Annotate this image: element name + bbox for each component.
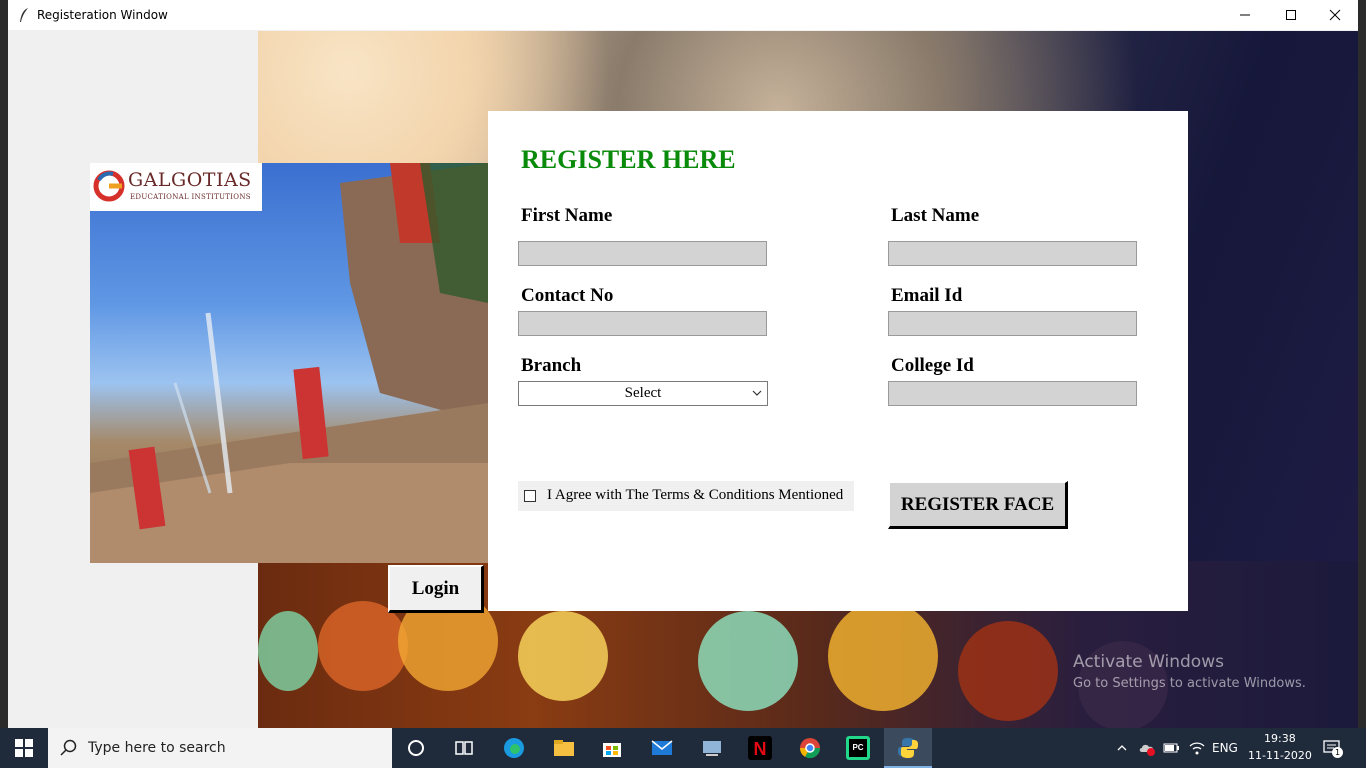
logo-swirl-icon [93,170,125,202]
register-form-panel: REGISTER HERE First Name Last Name Conta… [488,111,1188,611]
contact-input[interactable] [518,311,767,336]
first-name-label: First Name [521,205,613,226]
activate-windows-watermark: Activate Windows Go to Settings to activ… [1073,652,1306,691]
file-explorer-icon[interactable] [552,736,576,760]
vmware-icon[interactable] [700,736,724,760]
notification-button[interactable]: 1 [1322,738,1343,758]
start-button[interactable] [0,728,48,768]
logo-subtitle: EDUCATIONAL INSTITUTIONS [130,193,251,201]
taskbar: Type here to search N PC ENG 19:38 11-11… [0,728,1366,768]
login-button[interactable]: Login [388,565,484,613]
chevron-down-icon [752,390,762,396]
notification-count-badge: 1 [1332,747,1343,758]
minimize-button[interactable] [1222,0,1268,30]
galgotias-logo: GALGOTIAS EDUCATIONAL INSTITUTIONS [90,163,262,211]
desktop-edge-right [1358,0,1366,728]
mail-icon[interactable] [650,736,674,760]
cortana-icon[interactable] [404,736,428,760]
windows-logo-icon [15,739,33,757]
registration-window: Registeration Window GALGOTIAS EDUCATION… [8,0,1358,728]
form-title: REGISTER HERE [521,145,736,174]
terms-checkbox[interactable] [524,490,536,502]
desktop-edge-left [0,0,8,728]
language-indicator[interactable]: ENG [1212,741,1238,755]
maximize-icon [1286,10,1296,20]
taskbar-search-box[interactable]: Type here to search [48,728,392,768]
branch-select[interactable]: Select [518,381,768,406]
netflix-icon[interactable]: N [748,736,772,760]
battery-icon[interactable] [1162,740,1180,756]
wifi-icon[interactable] [1188,740,1206,756]
search-icon [60,739,77,756]
window-title: Registeration Window [37,8,168,22]
campus-photo: GALGOTIAS EDUCATIONAL INSTITUTIONS [90,163,488,563]
chrome-icon[interactable] [798,736,822,760]
svg-text:N: N [754,739,767,759]
register-face-button[interactable]: REGISTER FACE [888,481,1068,529]
search-placeholder: Type here to search [88,740,226,756]
logo-name: GALGOTIAS [128,169,252,191]
window-client-area: GALGOTIAS EDUCATIONAL INSTITUTIONS Login… [8,31,1358,728]
contact-label: Contact No [521,285,614,306]
onedrive-icon[interactable] [1138,740,1156,756]
college-id-label: College Id [891,355,974,376]
campus-illustration [90,163,488,563]
last-name-label: Last Name [891,205,980,226]
store-icon[interactable] [600,736,624,760]
clock-date[interactable]: 11-11-2020 [1248,749,1312,762]
activate-title: Activate Windows [1073,652,1224,672]
close-button[interactable] [1312,0,1358,30]
svg-text:PC: PC [852,743,863,752]
email-label: Email Id [891,285,963,306]
first-name-input[interactable] [518,241,767,266]
python-icon [898,738,918,758]
edge-icon[interactable] [502,736,526,760]
python-taskbar-button[interactable] [884,728,932,768]
chevron-up-icon[interactable] [1116,742,1128,754]
email-input[interactable] [888,311,1137,336]
last-name-input[interactable] [888,241,1137,266]
clock-time[interactable]: 19:38 [1264,732,1296,745]
activate-subtitle: Go to Settings to activate Windows. [1073,676,1306,691]
maximize-button[interactable] [1268,0,1314,30]
close-icon [1329,9,1341,21]
task-view-icon[interactable] [452,736,476,760]
minimize-icon [1240,14,1250,16]
branch-label: Branch [521,355,582,376]
college-id-input[interactable] [888,381,1137,406]
title-bar[interactable]: Registeration Window [8,0,1358,30]
branch-selected-value: Select [624,385,662,401]
pycharm-icon[interactable]: PC [846,736,870,760]
terms-checkbox-row[interactable]: I Agree with The Terms & Conditions Ment… [518,481,854,511]
terms-label: I Agree with The Terms & Conditions Ment… [547,487,844,503]
feather-icon [20,8,28,22]
